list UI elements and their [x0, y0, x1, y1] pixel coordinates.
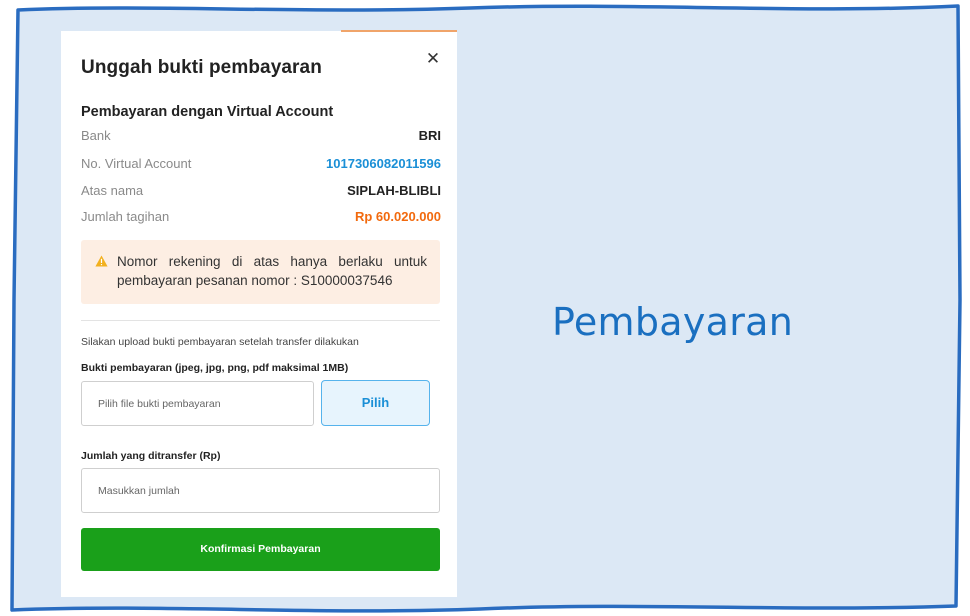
slide-title: Pembayaran: [552, 300, 794, 344]
account-notice-alert: Nomor rekening di atas hanya berlaku unt…: [81, 240, 440, 304]
virtual-account-number[interactable]: 1017306082011596: [326, 156, 441, 171]
detail-row-virtual-account: No. Virtual Account 1017306082011596: [81, 156, 441, 174]
amount-due-value: Rp 60.020.000: [354, 209, 441, 224]
detail-label: Atas nama: [81, 183, 144, 198]
amount-input[interactable]: Masukkan jumlah: [81, 468, 440, 513]
detail-label: Jumlah tagihan: [81, 209, 170, 224]
alert-text: Nomor rekening di atas hanya berlaku unt…: [117, 254, 427, 288]
pick-file-button[interactable]: Pilih: [321, 380, 430, 426]
amount-field-label: Jumlah yang ditransfer (Rp): [81, 450, 221, 462]
file-field-label: Bukti pembayaran (jpeg, jpg, png, pdf ma…: [81, 362, 349, 374]
modal-top-accent: [341, 30, 457, 32]
detail-row-account-name: Atas nama SIPLAH-BLIBLI: [81, 183, 441, 201]
upload-hint: Silakan upload bukti pembayaran setelah …: [81, 336, 359, 348]
warning-icon: [95, 255, 108, 267]
divider: [81, 320, 440, 321]
section-title: Pembayaran dengan Virtual Account: [81, 104, 334, 120]
detail-row-amount-due: Jumlah tagihan Rp 60.020.000: [81, 209, 441, 227]
detail-value: SIPLAH-BLIBLI: [347, 183, 441, 198]
detail-label: Bank: [81, 128, 111, 143]
file-input[interactable]: Pilih file bukti pembayaran: [81, 381, 314, 426]
close-icon[interactable]: ✕: [425, 50, 441, 67]
modal-title: Unggah bukti pembayaran: [81, 57, 322, 78]
detail-value: BRI: [418, 128, 441, 143]
confirm-payment-button[interactable]: Konfirmasi Pembayaran: [81, 528, 440, 571]
upload-payment-modal: Unggah bukti pembayaran ✕ Pembayaran den…: [61, 30, 457, 597]
detail-row-bank: Bank BRI: [81, 128, 441, 146]
detail-label: No. Virtual Account: [81, 156, 192, 171]
